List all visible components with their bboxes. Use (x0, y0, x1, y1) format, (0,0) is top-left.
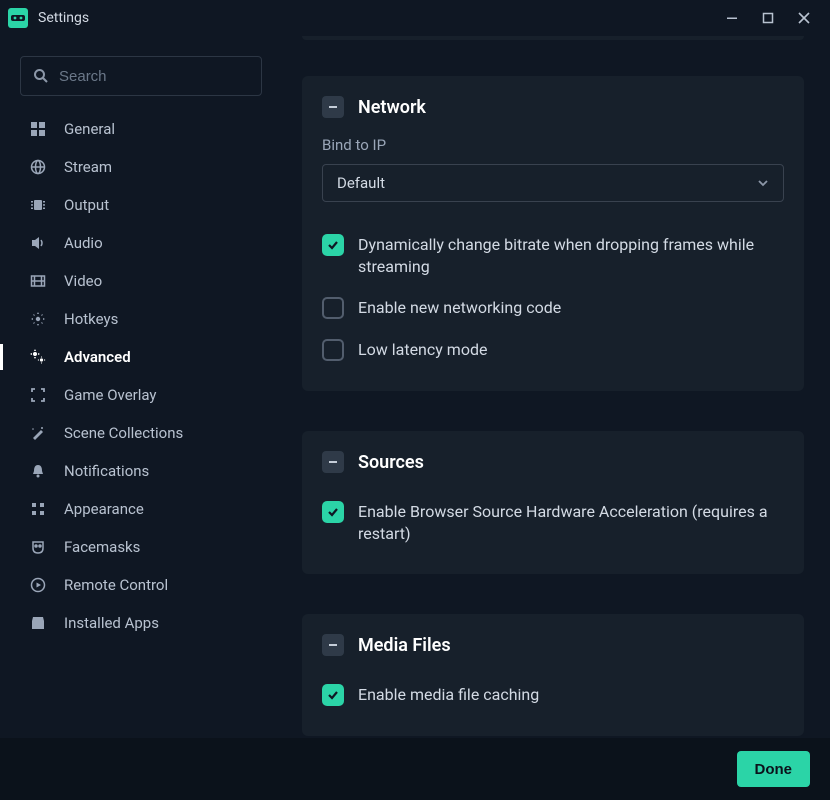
media-files-section: Media Files Enable media file caching (302, 614, 804, 736)
sidebar-item-video[interactable]: Video (0, 262, 282, 300)
collapse-button-media[interactable] (322, 634, 344, 656)
sidebar-item-label: General (64, 120, 115, 138)
sidebar-item-remote-control[interactable]: Remote Control (0, 566, 282, 604)
sidebar-item-label: Stream (64, 158, 112, 176)
checkbox-label: Enable new networking code (358, 297, 561, 319)
sidebar-nav: General Stream Output Audio Video Hotkey… (0, 110, 282, 642)
sliders-icon (28, 501, 48, 517)
checkbox-icon (322, 339, 344, 361)
section-title: Media Files (358, 635, 451, 656)
footer: Done (0, 738, 830, 800)
sidebar-item-notifications[interactable]: Notifications (0, 452, 282, 490)
sidebar-item-label: Game Overlay (64, 386, 157, 404)
sidebar-item-label: Audio (64, 234, 103, 252)
bind-ip-value: Default (337, 174, 385, 192)
minimize-button[interactable] (714, 3, 750, 33)
gear-icon (28, 311, 48, 327)
window-title: Settings (38, 10, 89, 26)
checkbox-icon (322, 297, 344, 319)
collapse-button-network[interactable] (322, 96, 344, 118)
play-circle-icon (28, 577, 48, 593)
section-title: Sources (358, 452, 424, 473)
checkbox-label: Dynamically change bitrate when dropping… (358, 234, 784, 277)
sidebar: General Stream Output Audio Video Hotkey… (0, 36, 282, 738)
sidebar-item-label: Notifications (64, 462, 149, 480)
sidebar-item-game-overlay[interactable]: Game Overlay (0, 376, 282, 414)
expand-icon (28, 387, 48, 403)
search-input-wrapper[interactable] (20, 56, 262, 96)
bind-ip-label: Bind to IP (322, 136, 784, 154)
chip-icon (28, 197, 48, 213)
sidebar-item-label: Advanced (64, 348, 131, 366)
sidebar-item-advanced[interactable]: Advanced (0, 338, 282, 376)
checkbox-browser-hw-accel[interactable]: Enable Browser Source Hardware Accelerat… (322, 491, 784, 554)
checkbox-icon (322, 501, 344, 523)
sidebar-item-scene-collections[interactable]: Scene Collections (0, 414, 282, 452)
maximize-button[interactable] (750, 3, 786, 33)
search-input[interactable] (59, 68, 249, 85)
mask-icon (28, 539, 48, 555)
content-pane: Network Bind to IP Default Dynamically c… (282, 36, 830, 738)
sidebar-item-label: Output (64, 196, 109, 214)
search-icon (33, 68, 49, 84)
sidebar-item-label: Video (64, 272, 102, 290)
sidebar-item-label: Facemasks (64, 538, 140, 556)
film-icon (28, 273, 48, 289)
sidebar-item-output[interactable]: Output (0, 186, 282, 224)
store-icon (28, 615, 48, 631)
sidebar-item-general[interactable]: General (0, 110, 282, 148)
close-button[interactable] (786, 3, 822, 33)
magic-icon (28, 425, 48, 441)
grid-icon (28, 121, 48, 137)
checkbox-icon (322, 234, 344, 256)
sidebar-item-label: Appearance (64, 500, 144, 518)
previous-section-tail (302, 36, 804, 40)
chevron-down-icon (757, 177, 769, 189)
sidebar-item-stream[interactable]: Stream (0, 148, 282, 186)
checkbox-label: Low latency mode (358, 339, 487, 361)
speaker-icon (28, 235, 48, 251)
app-icon (8, 8, 28, 28)
checkbox-dynamic-bitrate[interactable]: Dynamically change bitrate when dropping… (322, 224, 784, 287)
done-button[interactable]: Done (737, 751, 811, 787)
sidebar-item-label: Installed Apps (64, 614, 159, 632)
bind-ip-select[interactable]: Default (322, 164, 784, 202)
network-section: Network Bind to IP Default Dynamically c… (302, 76, 804, 391)
checkbox-label: Enable Browser Source Hardware Accelerat… (358, 501, 784, 544)
sidebar-item-hotkeys[interactable]: Hotkeys (0, 300, 282, 338)
collapse-button-sources[interactable] (322, 451, 344, 473)
sidebar-item-label: Hotkeys (64, 310, 118, 328)
checkbox-new-networking[interactable]: Enable new networking code (322, 287, 784, 329)
sidebar-item-label: Remote Control (64, 576, 168, 594)
checkbox-icon (322, 684, 344, 706)
sidebar-item-label: Scene Collections (64, 424, 183, 442)
sidebar-item-installed-apps[interactable]: Installed Apps (0, 604, 282, 642)
globe-icon (28, 159, 48, 175)
sidebar-item-appearance[interactable]: Appearance (0, 490, 282, 528)
gears-icon (28, 348, 48, 366)
bell-icon (28, 463, 48, 479)
checkbox-label: Enable media file caching (358, 684, 539, 706)
sidebar-item-audio[interactable]: Audio (0, 224, 282, 262)
sources-section: Sources Enable Browser Source Hardware A… (302, 431, 804, 574)
sidebar-item-facemasks[interactable]: Facemasks (0, 528, 282, 566)
titlebar: Settings (0, 0, 830, 36)
section-title: Network (358, 97, 426, 118)
checkbox-low-latency[interactable]: Low latency mode (322, 329, 784, 371)
checkbox-media-caching[interactable]: Enable media file caching (322, 674, 784, 716)
